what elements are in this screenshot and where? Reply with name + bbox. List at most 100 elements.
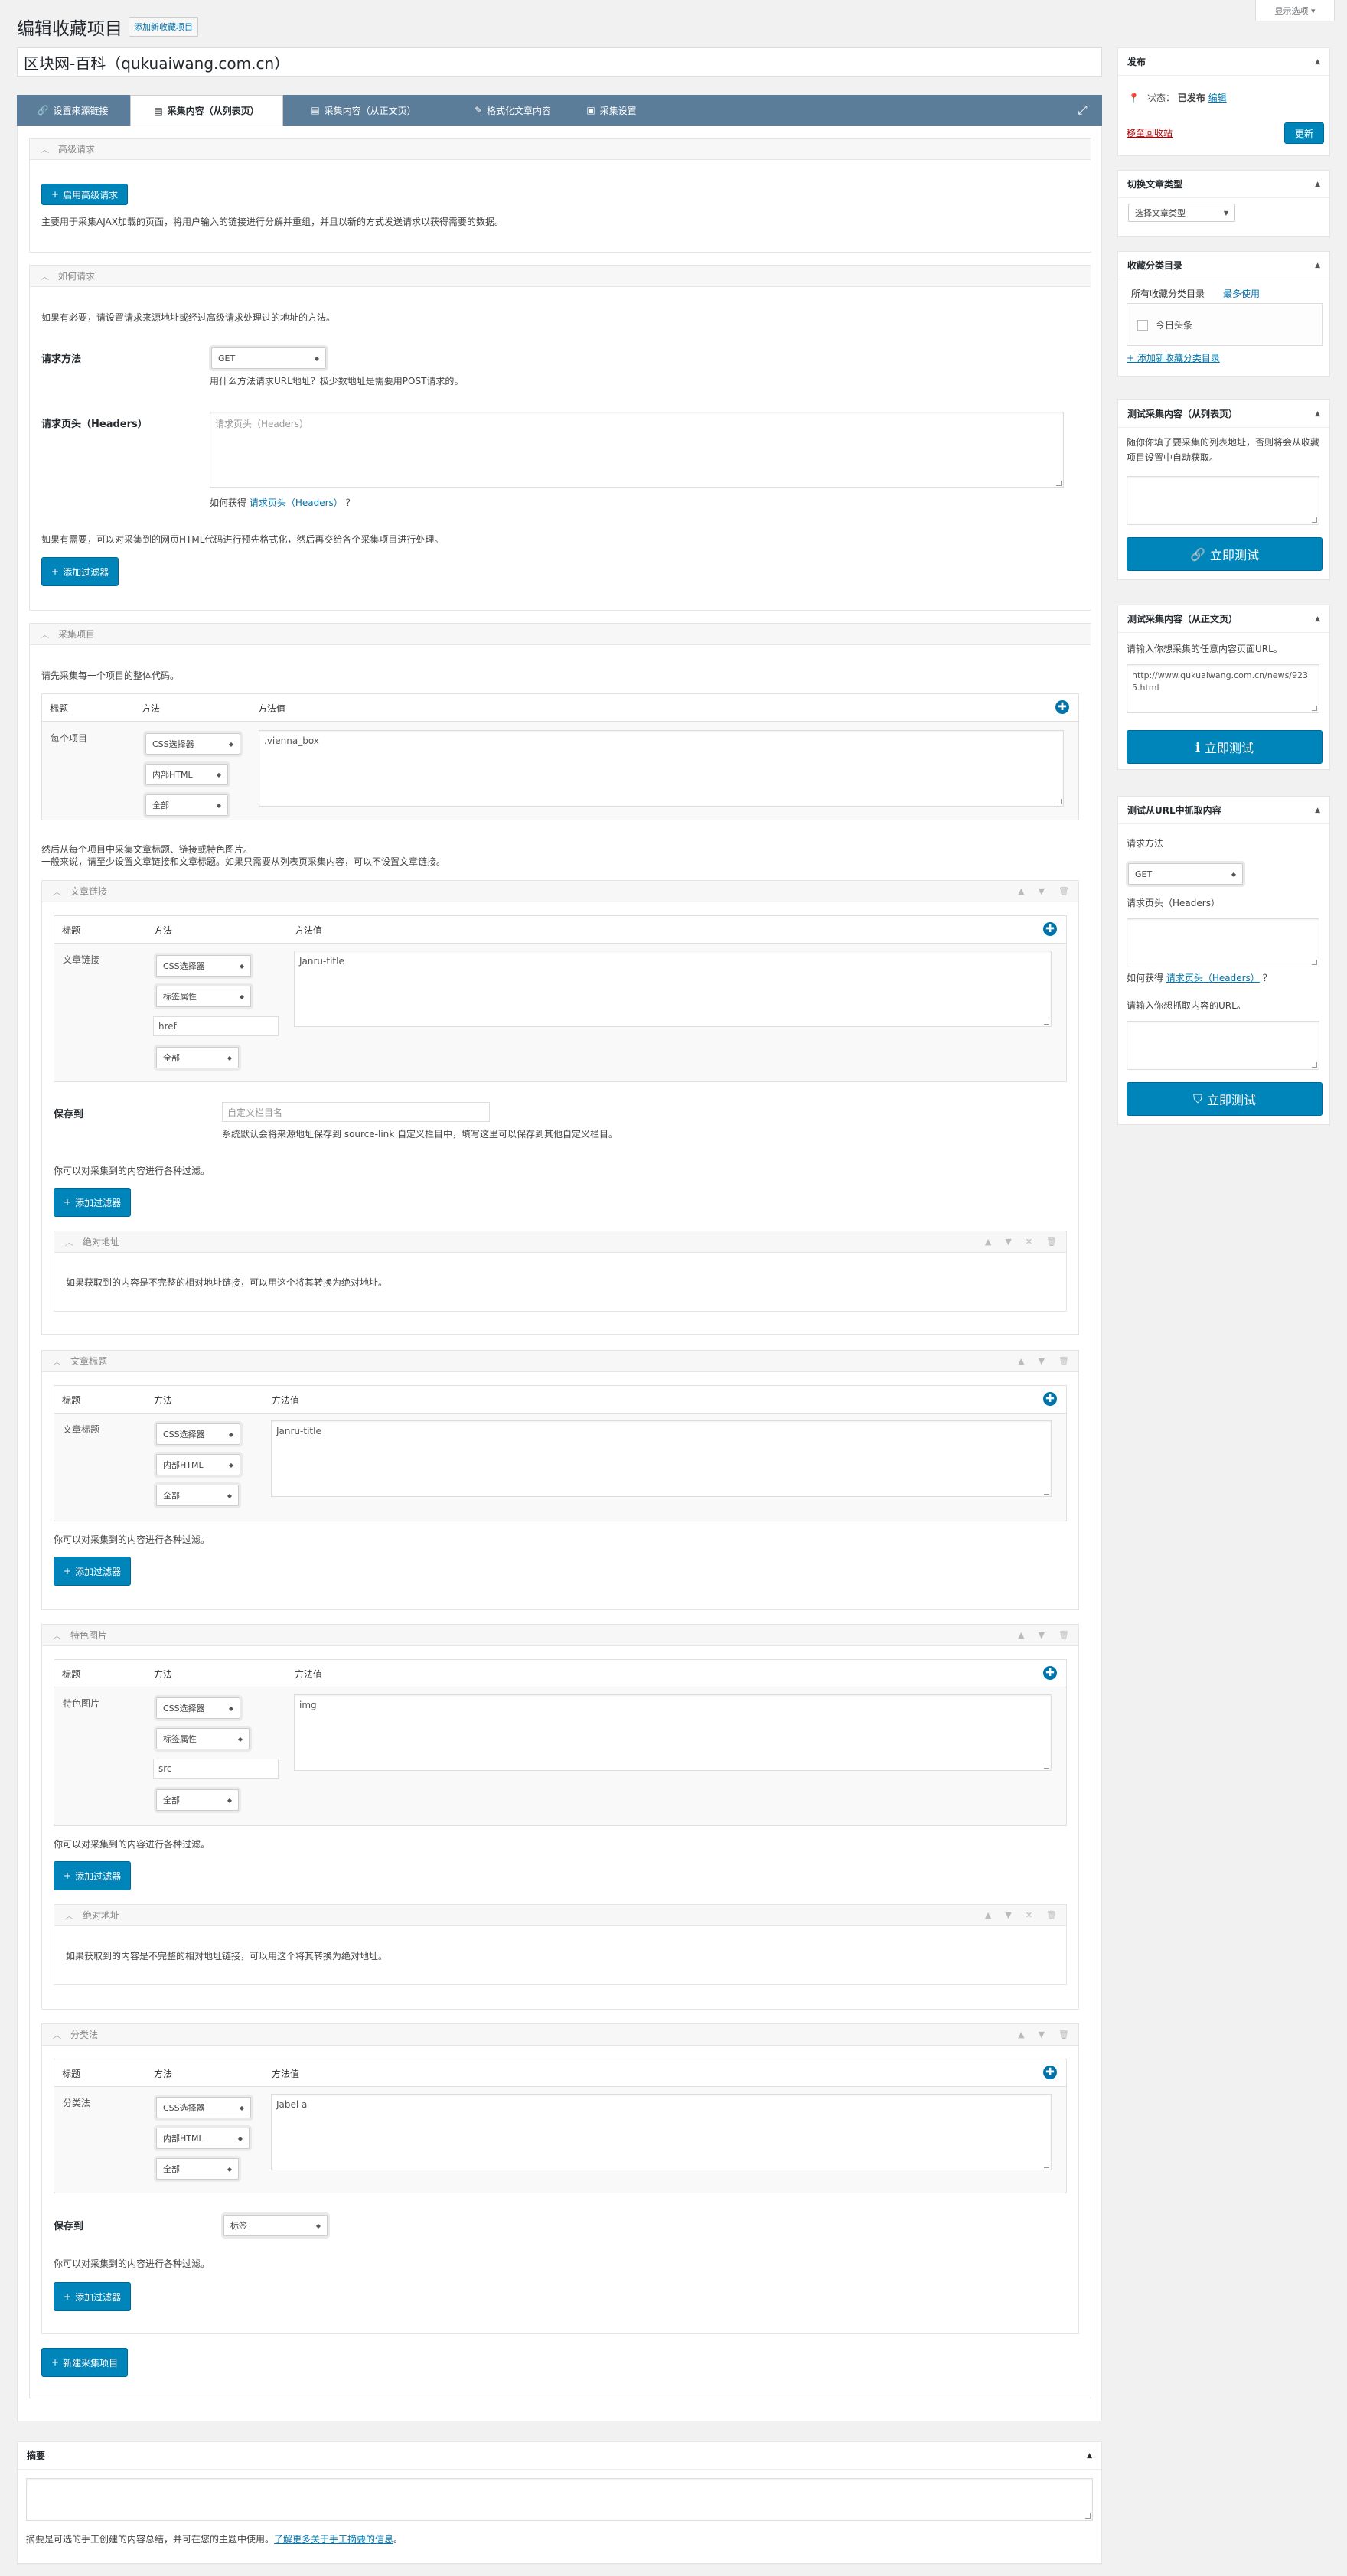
range-select[interactable]: 全部 ◆: [156, 2158, 239, 2180]
chevron-up-icon[interactable]: ︿: [41, 270, 49, 282]
test-url-headers-textarea[interactable]: [1127, 918, 1319, 967]
fullscreen-icon[interactable]: ⤢: [1078, 103, 1088, 118]
move-up-icon[interactable]: ▲: [1018, 886, 1024, 896]
trash-icon[interactable]: 🗑: [1058, 1630, 1069, 1640]
attr-input[interactable]: src: [153, 1759, 279, 1779]
add-category-link[interactable]: + 添加新收藏分类目录: [1127, 351, 1220, 366]
link-add-filter-button[interactable]: + 添加过滤器: [54, 1188, 132, 1217]
cat-checkbox[interactable]: [1137, 320, 1148, 331]
new-item-button[interactable]: + 新建采集项目: [41, 2348, 129, 2377]
test-list-textarea[interactable]: [1127, 476, 1319, 525]
test-list-button[interactable]: 🔗 立即测试: [1127, 537, 1323, 571]
chevron-up-icon[interactable]: ︿: [53, 2029, 61, 2041]
content-type-select[interactable]: 内部HTML ◆: [145, 764, 228, 785]
test-url-textarea[interactable]: [1127, 1021, 1319, 1070]
chevron-up-icon[interactable]: ︿: [65, 1236, 73, 1248]
tab-list-content[interactable]: ▤ 采集内容（从列表页）: [130, 95, 283, 126]
save-to-input[interactable]: 自定义栏目名: [222, 1102, 490, 1122]
caret-up-icon[interactable]: ▲: [1087, 2452, 1092, 2460]
content-type-select[interactable]: 内部HTML ◆: [156, 1454, 240, 1475]
method-select[interactable]: CSS选择器 ◆: [156, 2097, 251, 2118]
move-down-icon[interactable]: ▼: [1039, 886, 1045, 896]
caret-up-icon[interactable]: ▲: [1315, 410, 1320, 418]
add-row-icon[interactable]: ✚: [1043, 2066, 1057, 2079]
test-content-button[interactable]: ℹ 立即测试: [1127, 730, 1323, 764]
chevron-up-icon[interactable]: ︿: [41, 143, 49, 155]
post-title-input[interactable]: 区块网-百科（qukuaiwang.com.cn）: [17, 47, 1102, 77]
cat-tab-all[interactable]: 所有收藏分类目录: [1131, 286, 1205, 302]
value-textarea[interactable]: img: [294, 1694, 1052, 1771]
value-textarea[interactable]: Janru-title: [294, 951, 1052, 1027]
image-add-filter-button[interactable]: + 添加过滤器: [54, 1861, 132, 1890]
test-url-help-link[interactable]: 请求页头（Headers）: [1166, 973, 1260, 983]
chevron-up-icon[interactable]: ︿: [53, 1629, 61, 1642]
method-select[interactable]: CSS选择器 ◆: [145, 733, 240, 755]
move-up-icon[interactable]: ▲: [985, 1237, 991, 1247]
post-type-select[interactable]: 选择文章类型 ▼: [1128, 204, 1235, 222]
excerpt-textarea[interactable]: [26, 2478, 1093, 2521]
tab-source-links[interactable]: 🔗 设置来源链接: [20, 95, 126, 126]
close-icon[interactable]: ✕: [1026, 1237, 1032, 1247]
caret-up-icon[interactable]: ▲: [1315, 58, 1320, 66]
tab-content-page[interactable]: ▤ 采集内容（从正文页）: [291, 95, 436, 126]
chevron-up-icon[interactable]: ︿: [53, 885, 61, 898]
trash-icon[interactable]: 🗑: [1046, 1910, 1057, 1920]
method-select[interactable]: CSS选择器 ◆: [156, 1697, 240, 1719]
content-type-select[interactable]: 内部HTML ◆: [156, 2128, 250, 2149]
trash-icon[interactable]: 🗑: [1058, 2030, 1069, 2040]
trash-icon[interactable]: 🗑: [1058, 1356, 1069, 1366]
headers-textarea[interactable]: 请求页头（Headers）: [210, 412, 1064, 488]
excerpt-help-link[interactable]: 了解更多关于手工摘要的信息: [274, 2534, 393, 2545]
caret-up-icon[interactable]: ▲: [1315, 807, 1320, 814]
move-up-icon[interactable]: ▲: [985, 1910, 991, 1920]
status-edit-link[interactable]: 编辑: [1208, 93, 1227, 103]
range-select[interactable]: 全部 ◆: [145, 794, 228, 816]
chevron-up-icon[interactable]: ︿: [41, 628, 49, 641]
trash-link[interactable]: 移至回收站: [1127, 126, 1173, 141]
add-row-icon[interactable]: ✚: [1043, 1392, 1057, 1406]
range-select[interactable]: 全部 ◆: [156, 1789, 239, 1811]
cat-add-filter-button[interactable]: + 添加过滤器: [54, 2282, 132, 2311]
attr-input[interactable]: href: [153, 1016, 279, 1036]
test-url-method-select[interactable]: GET ◆: [1128, 863, 1243, 885]
value-textarea[interactable]: .vienna_box: [259, 730, 1064, 807]
move-up-icon[interactable]: ▲: [1018, 1356, 1024, 1366]
trash-icon[interactable]: 🗑: [1046, 1237, 1057, 1247]
add-new-button[interactable]: 添加新收藏项目: [129, 17, 198, 37]
tab-settings[interactable]: ▣ 采集设置: [569, 95, 654, 126]
screen-options-button[interactable]: 显示选项 ▾: [1255, 0, 1335, 21]
save-to-select[interactable]: 标签 ◆: [223, 2215, 328, 2236]
headers-help-link[interactable]: 请求页头（Headers）: [250, 497, 343, 508]
caret-up-icon[interactable]: ▲: [1315, 615, 1320, 623]
add-row-icon[interactable]: ✚: [1043, 922, 1057, 936]
move-down-icon[interactable]: ▼: [1005, 1237, 1011, 1247]
test-content-textarea[interactable]: http://www.qukuaiwang.com.cn/news/9235.h…: [1127, 664, 1319, 713]
chevron-up-icon[interactable]: ︿: [65, 1909, 73, 1922]
add-row-icon[interactable]: ✚: [1055, 700, 1069, 714]
add-row-icon[interactable]: ✚: [1043, 1666, 1057, 1680]
move-down-icon[interactable]: ▼: [1039, 1630, 1045, 1640]
move-down-icon[interactable]: ▼: [1005, 1910, 1011, 1920]
cat-tab-most[interactable]: 最多使用: [1223, 286, 1260, 302]
enable-advanced-button[interactable]: + 启用高级请求: [41, 184, 129, 205]
move-up-icon[interactable]: ▲: [1018, 2030, 1024, 2040]
value-textarea[interactable]: Jabel a: [271, 2094, 1052, 2170]
range-select[interactable]: 全部 ◆: [156, 1485, 239, 1506]
request-method-select[interactable]: GET ◆: [211, 347, 326, 369]
close-icon[interactable]: ✕: [1026, 1910, 1032, 1920]
update-button[interactable]: 更新: [1284, 122, 1324, 144]
value-textarea[interactable]: Janru-title: [271, 1420, 1052, 1497]
move-down-icon[interactable]: ▼: [1039, 2030, 1045, 2040]
method-select[interactable]: CSS选择器 ◆: [156, 1423, 240, 1445]
move-up-icon[interactable]: ▲: [1018, 1630, 1024, 1640]
chevron-up-icon[interactable]: ︿: [53, 1355, 61, 1368]
caret-up-icon[interactable]: ▲: [1315, 262, 1320, 269]
request-add-filter-button[interactable]: + 添加过滤器: [41, 557, 119, 586]
caret-up-icon[interactable]: ▲: [1315, 181, 1320, 188]
test-url-button[interactable]: ⛉ 立即测试: [1127, 1082, 1323, 1116]
move-down-icon[interactable]: ▼: [1039, 1356, 1045, 1366]
trash-icon[interactable]: 🗑: [1058, 886, 1069, 896]
content-type-select[interactable]: 标签属性 ◆: [156, 986, 251, 1007]
method-select[interactable]: CSS选择器 ◆: [156, 955, 251, 977]
range-select[interactable]: 全部 ◆: [156, 1047, 239, 1068]
